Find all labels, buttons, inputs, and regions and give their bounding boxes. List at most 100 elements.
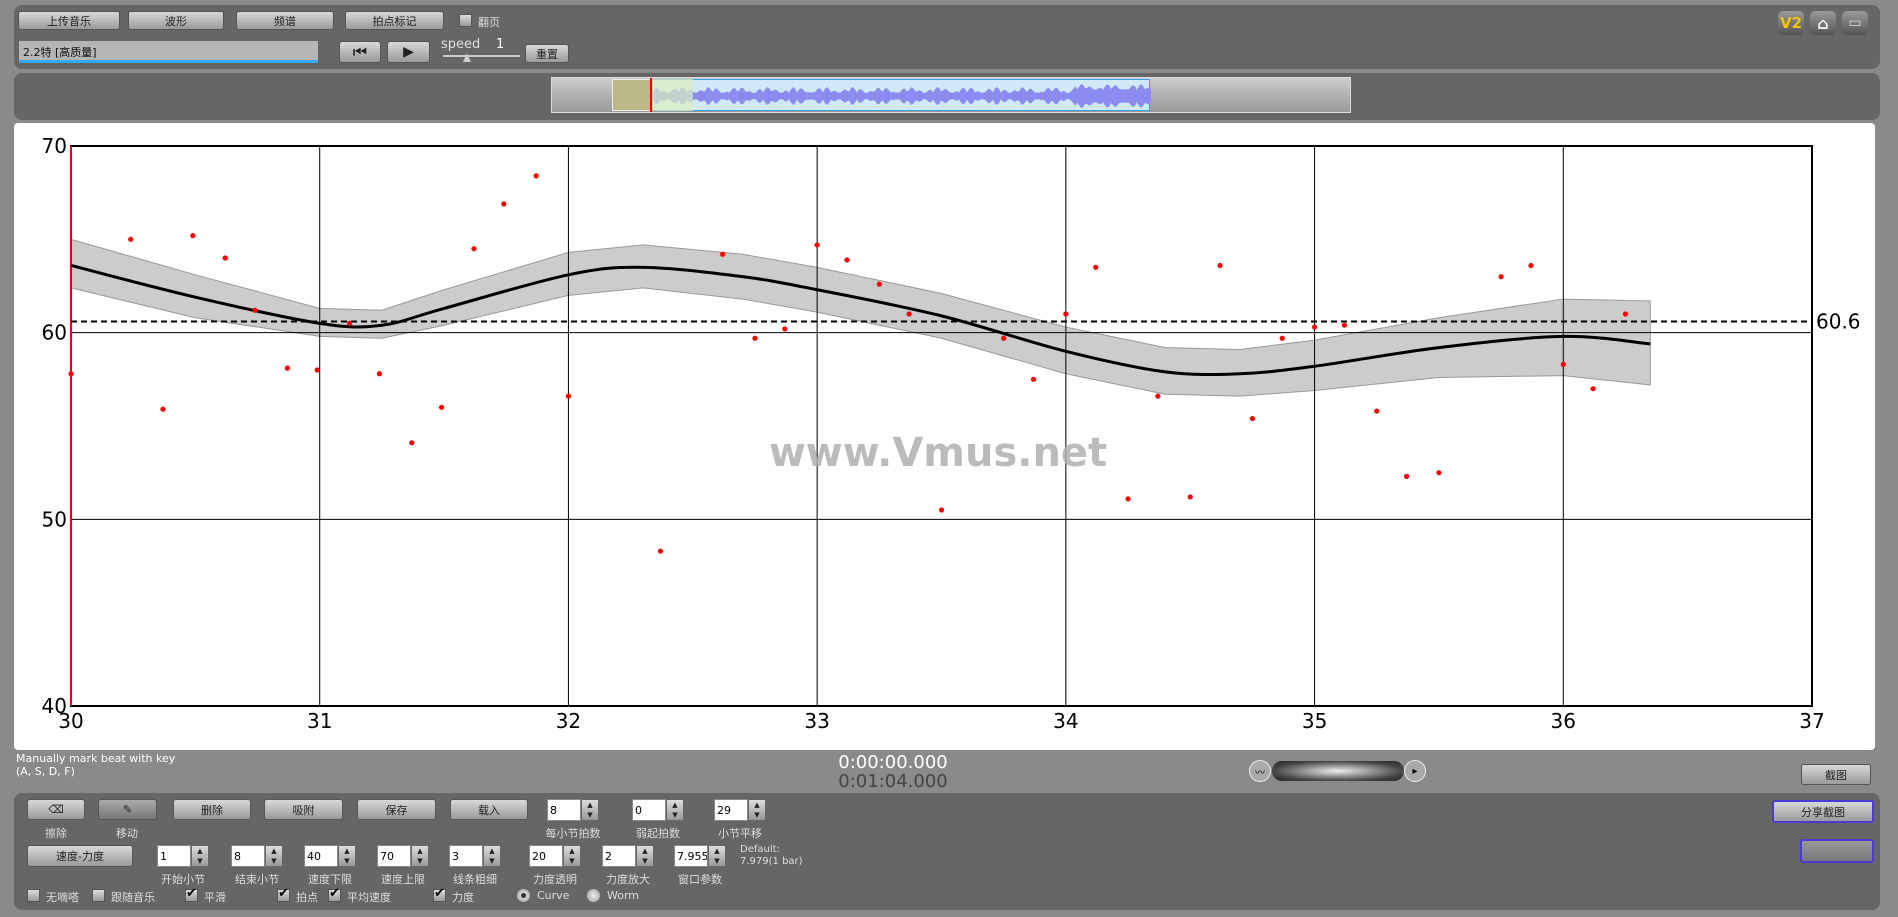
beat-point bbox=[752, 335, 758, 341]
arrow-up-icon[interactable]: ▲ bbox=[714, 847, 719, 855]
save-button[interactable]: 保存 bbox=[357, 799, 436, 820]
beat-point bbox=[1403, 473, 1410, 479]
beat-point bbox=[68, 371, 74, 377]
share-screenshot-button[interactable]: 分享截图 bbox=[1772, 800, 1874, 823]
waveform-button[interactable]: 波形 bbox=[128, 11, 224, 30]
arrow-down-icon[interactable]: ▼ bbox=[271, 857, 276, 865]
spinner-input[interactable] bbox=[231, 845, 265, 867]
arrow-down-icon[interactable]: ▼ bbox=[569, 857, 574, 865]
screenshot-button[interactable]: 截图 bbox=[1801, 764, 1871, 785]
spinner-arrows[interactable]: ▲ ▼ bbox=[483, 845, 501, 867]
spectrum-button[interactable]: 频谱 bbox=[236, 11, 334, 30]
spinner-input[interactable] bbox=[304, 845, 338, 867]
spinner-arrows[interactable]: ▲ ▼ bbox=[191, 845, 209, 867]
spinner-input[interactable] bbox=[714, 799, 748, 821]
spinner-row2_spinners-3[interactable]: ▲▼ bbox=[377, 845, 429, 867]
radio-curve[interactable] bbox=[517, 889, 530, 902]
disabled-button[interactable] bbox=[1800, 839, 1874, 863]
checkbox-0[interactable] bbox=[27, 889, 40, 902]
spinner-input[interactable] bbox=[449, 845, 483, 867]
spinner-row2_spinners-5[interactable]: ▲▼ bbox=[529, 845, 581, 867]
spinner-input[interactable] bbox=[674, 845, 708, 867]
checkbox-5[interactable] bbox=[433, 886, 446, 902]
spinner-arrows[interactable]: ▲ ▼ bbox=[411, 845, 429, 867]
spinner-arrows[interactable]: ▲ ▼ bbox=[636, 845, 654, 867]
arrow-down-icon[interactable]: ▼ bbox=[489, 857, 494, 865]
arrow-down-icon[interactable]: ▼ bbox=[417, 857, 422, 865]
playhead[interactable] bbox=[650, 78, 652, 112]
arrow-up-icon[interactable]: ▲ bbox=[344, 847, 349, 855]
selection-left[interactable] bbox=[612, 79, 652, 111]
arrow-up-icon[interactable]: ▲ bbox=[587, 801, 592, 809]
spinner-row2_spinners-4[interactable]: ▲▼ bbox=[449, 845, 501, 867]
spinner-row2_spinners-0[interactable]: ▲▼ bbox=[157, 845, 209, 867]
arrow-down-icon[interactable]: ▼ bbox=[672, 811, 677, 819]
spinner-input[interactable] bbox=[157, 845, 191, 867]
checkbox-1[interactable] bbox=[92, 889, 105, 902]
arrow-down-icon[interactable]: ▼ bbox=[642, 857, 647, 865]
waveform-overview[interactable] bbox=[551, 77, 1351, 113]
load-button[interactable]: 载入 bbox=[450, 799, 528, 820]
selection-right[interactable] bbox=[652, 79, 693, 111]
beat-point bbox=[565, 393, 572, 399]
waveform-zoom-icon[interactable]: 〰 bbox=[1249, 760, 1271, 782]
spinner-arrows[interactable]: ▲ ▼ bbox=[338, 845, 356, 867]
arrow-up-icon[interactable]: ▲ bbox=[417, 847, 422, 855]
home-icon[interactable]: ⌂ bbox=[1810, 11, 1836, 35]
arrow-down-icon[interactable]: ▼ bbox=[344, 857, 349, 865]
checkbox-2[interactable] bbox=[185, 886, 198, 902]
spinner-arrows[interactable]: ▲ ▼ bbox=[581, 799, 599, 821]
arrow-up-icon[interactable]: ▲ bbox=[271, 847, 276, 855]
spinner-input[interactable] bbox=[632, 799, 666, 821]
visible-range[interactable] bbox=[652, 79, 1151, 111]
arrow-up-icon[interactable]: ▲ bbox=[672, 801, 677, 809]
upload-music-button[interactable]: 上传音乐 bbox=[18, 11, 120, 30]
v2-icon[interactable]: V2 bbox=[1778, 11, 1804, 35]
spinner-row1_spinners-1[interactable]: ▲▼ bbox=[632, 799, 684, 821]
arrow-down-icon[interactable]: ▼ bbox=[754, 811, 759, 819]
reset-button[interactable]: 重置 bbox=[525, 44, 569, 63]
spinner-input[interactable] bbox=[529, 845, 563, 867]
spinner-arrows[interactable]: ▲ ▼ bbox=[666, 799, 684, 821]
radio-worm[interactable] bbox=[587, 889, 600, 902]
fast-forward-icon[interactable]: ▸ bbox=[1404, 760, 1426, 782]
play-button[interactable]: ▶ bbox=[387, 41, 430, 63]
page-turn-checkbox[interactable] bbox=[459, 14, 472, 27]
snap-button[interactable]: 吸附 bbox=[264, 799, 343, 820]
beat-point bbox=[438, 404, 445, 410]
spinner-row1_spinners-0[interactable]: ▲▼ bbox=[547, 799, 599, 821]
beat-mark-button[interactable]: 拍点标记 bbox=[345, 11, 444, 30]
spinner-input[interactable] bbox=[602, 845, 636, 867]
spinner-input[interactable] bbox=[377, 845, 411, 867]
move-button[interactable]: ✎ bbox=[98, 799, 157, 820]
spinner-row2_spinners-1[interactable]: ▲▼ bbox=[231, 845, 283, 867]
checkbox-3[interactable] bbox=[277, 886, 290, 902]
spinner-row2_spinners-2[interactable]: ▲▼ bbox=[304, 845, 356, 867]
checkbox-4[interactable] bbox=[328, 886, 341, 902]
spinner-arrows[interactable]: ▲ ▼ bbox=[563, 845, 581, 867]
arrow-down-icon[interactable]: ▼ bbox=[197, 857, 202, 865]
tempo-dynamics-button[interactable]: 速度-力度 bbox=[27, 845, 133, 867]
rewind-button[interactable]: ⏮ bbox=[339, 41, 381, 63]
spinner-input[interactable] bbox=[547, 799, 581, 821]
fullscreen-icon[interactable]: ▭ bbox=[1842, 11, 1868, 35]
beat-point bbox=[1001, 335, 1007, 341]
arrow-down-icon[interactable]: ▼ bbox=[714, 857, 719, 865]
spinner-arrows[interactable]: ▲ ▼ bbox=[748, 799, 766, 821]
arrow-up-icon[interactable]: ▲ bbox=[489, 847, 494, 855]
arrow-down-icon[interactable]: ▼ bbox=[587, 811, 592, 819]
track-select[interactable]: 2.2特 [高质量] bbox=[19, 41, 318, 63]
arrow-up-icon[interactable]: ▲ bbox=[754, 801, 759, 809]
spinner-row2_spinners-7[interactable]: ▲▼ bbox=[674, 845, 726, 867]
erase-button[interactable]: ⌫ bbox=[27, 799, 85, 820]
spinner-arrows[interactable]: ▲ ▼ bbox=[265, 845, 283, 867]
arrow-up-icon[interactable]: ▲ bbox=[642, 847, 647, 855]
arrow-up-icon[interactable]: ▲ bbox=[569, 847, 574, 855]
speed-slider[interactable] bbox=[443, 55, 520, 57]
spinner-arrows[interactable]: ▲ ▼ bbox=[708, 845, 726, 867]
spinner-row2_spinners-6[interactable]: ▲▼ bbox=[602, 845, 654, 867]
spinner-row1_spinners-2[interactable]: ▲▼ bbox=[714, 799, 766, 821]
zoom-knob[interactable] bbox=[1272, 761, 1404, 781]
arrow-up-icon[interactable]: ▲ bbox=[197, 847, 202, 855]
delete-button[interactable]: 删除 bbox=[173, 799, 251, 820]
